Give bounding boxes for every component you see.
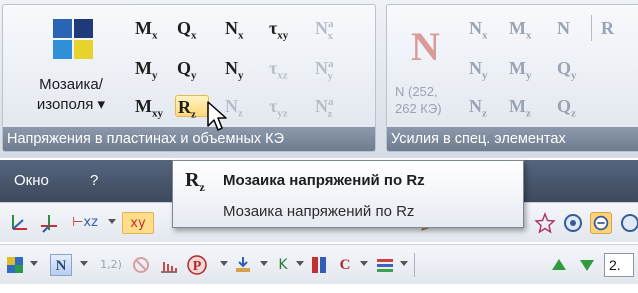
separator [591,15,592,41]
arrow-down-icon[interactable] [576,254,598,276]
chevron-down-icon[interactable] [80,261,88,266]
special-r-button[interactable]: R [601,17,635,39]
chevron-down-icon[interactable] [360,261,368,266]
axes-3d-icon[interactable] [8,212,30,234]
axes-xyz-icon[interactable] [38,212,60,234]
save-results-icon[interactable] [308,254,330,276]
arrow-up-icon[interactable] [548,254,570,276]
plate-stress-group: Мозаика/ изополя ▾ Mx Qx Nx τxy Nax My Q… [2,4,376,152]
ribbon: Мозаика/ изополя ▾ Mx Qx Nx τxy Nax My Q… [0,0,638,158]
my-button[interactable]: My [135,57,169,82]
naz-button[interactable]: Naz [315,91,349,120]
scale-colors-icon[interactable] [4,254,26,276]
star-select-icon[interactable] [534,212,556,234]
mosaic-label-line2: изополя ▾ [36,96,106,113]
txz-button[interactable]: τxz [269,57,303,82]
special-qy-button[interactable]: Qy [557,57,591,82]
disabled-tool-icon[interactable] [130,254,152,276]
xy-projection-button[interactable]: xy [122,212,154,234]
special-mz-button[interactable]: Mz [509,95,543,120]
menu-help[interactable]: ? [90,172,98,189]
zoom-in-icon[interactable] [562,212,584,234]
chevron-down-icon[interactable] [108,219,116,224]
k-coefficient-button[interactable]: K [272,254,294,276]
rz-tooltip: Rz Мозаика напряжений по Rz Мозаика напр… [172,160,524,228]
toolbar-separator [414,253,415,277]
rz-icon: Rz [185,169,205,194]
menu-window[interactable]: Окно [14,172,49,189]
mosaic-isofields-button[interactable]: Мозаика/ изополя ▾ [9,9,127,127]
txy-button[interactable]: τxy [269,17,303,42]
plate-stress-group-caption: Напряжения в пластинах и объемных КЭ [3,127,375,151]
value-field[interactable]: 2. [604,253,634,277]
nx-button[interactable]: Nx [225,17,259,42]
chevron-down-icon[interactable] [220,261,228,266]
qy-button[interactable]: Qy [177,57,211,82]
big-n-glyph: N [411,24,440,69]
c-button[interactable]: C [334,254,356,276]
diagram-icon[interactable] [158,254,180,276]
special-elements-group: N N (252, 262 КЭ) Nx Mx N R Ny My Qy Nz … [386,4,638,152]
zoom-out-icon[interactable] [590,212,612,234]
chevron-down-icon[interactable] [260,261,268,266]
special-mx-button[interactable]: Mx [509,17,543,42]
mosaic-icon [53,19,93,59]
mosaic-label-line1: Мозаика/ [39,76,103,93]
support-icon[interactable] [232,254,254,276]
zoom-window-icon[interactable] [618,212,638,234]
qx-button[interactable]: Qx [177,17,211,42]
nz-button[interactable]: Nz [225,95,259,120]
step-button[interactable]: 1,2) [96,254,126,276]
xz-projection-button[interactable]: ⊢xz [66,212,104,234]
big-n-label-line1: N (252, [395,84,438,99]
mxy-button[interactable]: Mxy [135,95,169,120]
n-forces-button[interactable]: N [50,254,72,276]
mx-button[interactable]: Mx [135,17,169,42]
tyz-button[interactable]: τyz [269,95,303,120]
results-toolbar: N 1,2) P K C 2. [0,244,638,284]
nay-button[interactable]: Nay [315,53,349,82]
special-nx-button[interactable]: Nx [469,17,503,42]
mouse-cursor-icon [207,101,227,131]
big-n-label-line2: 262 КЭ) [395,101,442,116]
special-elements-group-caption: Усилия в спец. элементах [387,127,638,151]
special-nz-button[interactable]: Nz [469,95,503,120]
svg-text:P: P [193,259,202,274]
chevron-down-icon[interactable] [296,261,304,266]
tooltip-title: Мозаика напряжений по Rz [223,172,425,189]
special-ny-button[interactable]: Ny [469,57,503,82]
p-load-icon[interactable]: P [186,254,216,276]
special-my-button[interactable]: My [509,57,543,82]
rz-button[interactable]: Rz [175,95,209,121]
chevron-down-icon[interactable] [400,261,408,266]
special-qz-button[interactable]: Qz [557,95,591,120]
ny-button[interactable]: Ny [225,57,259,82]
flag-icon[interactable] [374,254,396,276]
special-n-button[interactable]: N [557,17,591,39]
chevron-down-icon[interactable] [30,261,38,266]
big-n-button[interactable]: N N (252, 262 КЭ) [387,5,461,127]
tooltip-description: Мозаика напряжений по Rz [223,203,415,220]
nax-button[interactable]: Nax [315,13,349,42]
